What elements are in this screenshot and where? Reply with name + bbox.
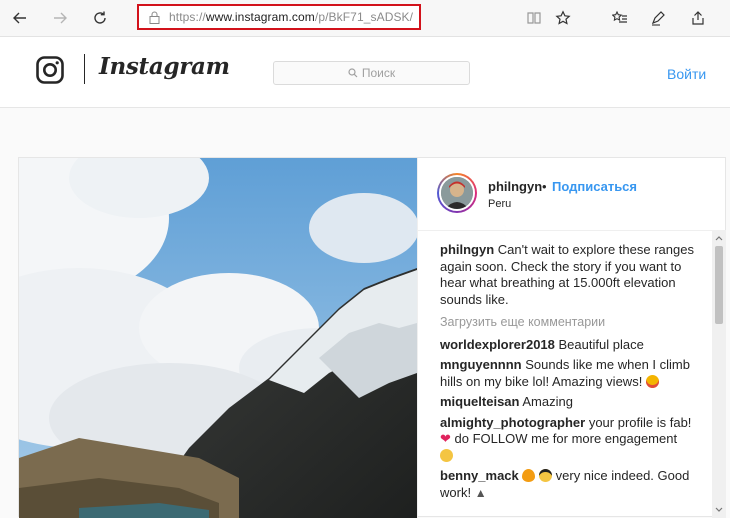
comment-item: almighty_photographer your profile is fa… [440,415,706,465]
post-username[interactable]: philngyn [488,179,542,194]
separator-dot: • [542,179,547,194]
reading-view-button[interactable] [518,0,550,36]
comment-item: mnguyennnn Sounds like me when I climb h… [440,357,706,390]
fire-emoji-icon [522,469,536,482]
avatar[interactable] [437,173,477,213]
grinning-emoji-icon [440,448,453,462]
instagram-wordmark[interactable]: Instagram [99,53,230,80]
web-note-button[interactable] [642,0,674,36]
comment-item: miquelteisan Amazing [440,394,706,411]
star-icon [555,10,571,25]
post-location[interactable]: Peru [488,198,511,210]
scroll-up-icon [715,236,723,241]
login-link[interactable]: Войти [667,66,706,82]
scrollbar-thumb[interactable] [715,246,723,324]
favorites-hub-button[interactable] [604,0,636,36]
share-button[interactable] [682,0,714,36]
comment-username[interactable]: mnguyennnn [440,357,522,372]
heart-emoji-icon: ❤ [440,431,451,446]
comment-username[interactable]: miquelteisan [440,394,519,409]
caption: philngyn Can't wait to explore these ran… [440,242,706,308]
refresh-icon [94,11,106,24]
post-card: philngyn • Подписаться Peru philngyn Can… [18,157,726,518]
comment-username[interactable]: worldexplorer2018 [440,337,555,352]
search-icon [348,68,358,78]
arrow-right-icon [54,12,67,24]
scroll-down-icon [715,507,723,512]
favorites-list-icon [612,10,627,23]
comment-item: worldexplorer2018 Beautiful place [440,337,706,354]
url-text: https://www.instagram.com/p/BkF71_sADSK/ [169,10,414,24]
lock-icon [149,11,160,24]
mountain-emoji-icon: ▲ [474,485,487,500]
instagram-camera-icon[interactable] [36,56,64,89]
comment-username[interactable]: benny_mack [440,468,519,483]
refresh-button[interactable] [84,0,116,36]
instagram-header: Instagram Поиск Войти [0,37,730,108]
browser-toolbar: https://www.instagram.com/p/BkF71_sADSK/ [0,0,730,37]
arrow-left-icon [13,12,26,24]
comments-list: philngyn Can't wait to explore these ran… [440,242,706,505]
comment-item: benny_mack very nice indeed. Good work! … [440,468,706,501]
address-bar[interactable]: https://www.instagram.com/p/BkF71_sADSK/ [137,4,421,30]
search-placeholder: Поиск [361,66,396,80]
comment-username[interactable]: almighty_photographer [440,415,585,430]
post-header: philngyn • Подписаться Peru [418,158,726,231]
forward-button[interactable] [44,0,76,36]
post-photo[interactable] [19,158,417,518]
caption-username[interactable]: philngyn [440,242,494,257]
star-eyes-emoji-icon [645,374,659,388]
back-button[interactable] [4,0,36,36]
comment-text: Beautiful place [558,336,644,352]
comment-text-continued: do FOLLOW me for more engagement [454,431,678,446]
logo-divider [84,54,85,84]
search-input[interactable]: Поиск [273,61,470,85]
favorite-button[interactable] [547,0,579,36]
follow-button[interactable]: Подписаться [552,179,637,194]
post-sidebar: philngyn • Подписаться Peru philngyn Can… [417,158,726,518]
book-icon [527,12,541,24]
comment-text: your profile is fab! [588,414,692,430]
comment-text: Amazing [522,394,573,409]
share-icon [692,11,704,25]
pen-icon [651,11,665,26]
load-more-comments-button[interactable]: Загрузить еще комментарии [440,314,706,331]
sunglasses-emoji-icon [539,469,553,482]
comments-scrollbar[interactable] [712,230,726,518]
